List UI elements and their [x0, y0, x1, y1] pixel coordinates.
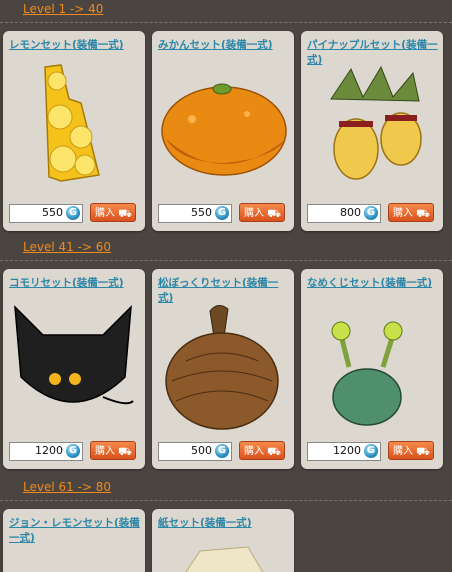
buy-button[interactable]: 購入 ⛟ [239, 441, 285, 460]
item-card: 紙セット(装備一式) [152, 509, 294, 572]
item-card: みかんセット(装備一式) 550 G 購入 ⛟ [152, 31, 294, 231]
item-image[interactable] [3, 297, 145, 437]
gold-coin-icon: G [66, 444, 80, 458]
buy-button[interactable]: 購入 ⛟ [90, 441, 136, 460]
buy-button[interactable]: 購入 ⛟ [239, 203, 285, 222]
price-value: 1200 [35, 444, 63, 457]
price-field: 1200 G [307, 442, 381, 461]
cart-icon: ⛟ [416, 445, 430, 458]
item-card: パイナップルセット(装備一式) 800 G 購入 ⛟ [301, 31, 443, 231]
buy-button[interactable]: 購入 ⛟ [388, 441, 434, 460]
gold-coin-icon: G [66, 206, 80, 220]
item-card: 松ぼっくりセット(装備一式) 500 G 購入 ⛟ [152, 269, 294, 469]
section-header-level-61-80: Level 61 -> 80 [0, 478, 452, 501]
cart-icon: ⛟ [118, 445, 132, 458]
price-value: 550 [42, 206, 63, 219]
item-title-link[interactable]: コモリセット(装備一式) [9, 276, 141, 291]
item-card: レモンセット(装備一式) 550 G 購入 ⛟ [3, 31, 145, 231]
buy-button[interactable]: 購入 ⛟ [90, 203, 136, 222]
buy-label: 購入 [393, 208, 413, 219]
item-image[interactable] [3, 59, 145, 199]
price-value: 800 [340, 206, 361, 219]
price-value: 500 [191, 444, 212, 457]
price-field: 550 G [9, 204, 83, 223]
price-value: 1200 [333, 444, 361, 457]
item-card: なめくじセット(装備一式) 1200 G 購入 ⛟ [301, 269, 443, 469]
buy-label: 購入 [393, 446, 413, 457]
cart-icon: ⛟ [416, 207, 430, 220]
cart-icon: ⛟ [267, 207, 281, 220]
price-field: 550 G [158, 204, 232, 223]
cart-icon: ⛟ [267, 445, 281, 458]
buy-label: 購入 [95, 208, 115, 219]
buy-label: 購入 [244, 446, 264, 457]
section-link-level-1-40[interactable]: Level 1 -> 40 [23, 2, 103, 16]
gold-coin-icon: G [364, 444, 378, 458]
item-image[interactable] [152, 541, 294, 572]
price-field: 800 G [307, 204, 381, 223]
buy-button[interactable]: 購入 ⛟ [388, 203, 434, 222]
price-value: 550 [191, 206, 212, 219]
buy-label: 購入 [244, 208, 264, 219]
price-field: 500 G [158, 442, 232, 461]
gold-coin-icon: G [215, 444, 229, 458]
section-header-level-1-40: Level 1 -> 40 [0, 0, 452, 23]
item-title-link[interactable]: 紙セット(装備一式) [158, 516, 290, 531]
item-card: ジョン・レモンセット(装備一式) [3, 509, 145, 572]
item-title-link[interactable]: みかんセット(装備一式) [158, 38, 290, 53]
item-image[interactable] [152, 297, 294, 437]
item-image[interactable] [301, 297, 443, 437]
item-image[interactable] [3, 551, 145, 572]
section-header-level-41-60: Level 41 -> 60 [0, 238, 452, 261]
item-title-link[interactable]: レモンセット(装備一式) [9, 38, 141, 53]
item-image[interactable] [301, 59, 443, 199]
cart-icon: ⛟ [118, 207, 132, 220]
gold-coin-icon: G [215, 206, 229, 220]
buy-label: 購入 [95, 446, 115, 457]
item-title-link[interactable]: なめくじセット(装備一式) [307, 276, 439, 291]
item-title-link[interactable]: ジョン・レモンセット(装備一式) [9, 516, 141, 546]
price-field: 1200 G [9, 442, 83, 461]
item-image[interactable] [152, 59, 294, 199]
section-link-level-41-60[interactable]: Level 41 -> 60 [23, 240, 111, 254]
section-link-level-61-80[interactable]: Level 61 -> 80 [23, 480, 111, 494]
gold-coin-icon: G [364, 206, 378, 220]
item-card: コモリセット(装備一式) 1200 G 購入 ⛟ [3, 269, 145, 469]
